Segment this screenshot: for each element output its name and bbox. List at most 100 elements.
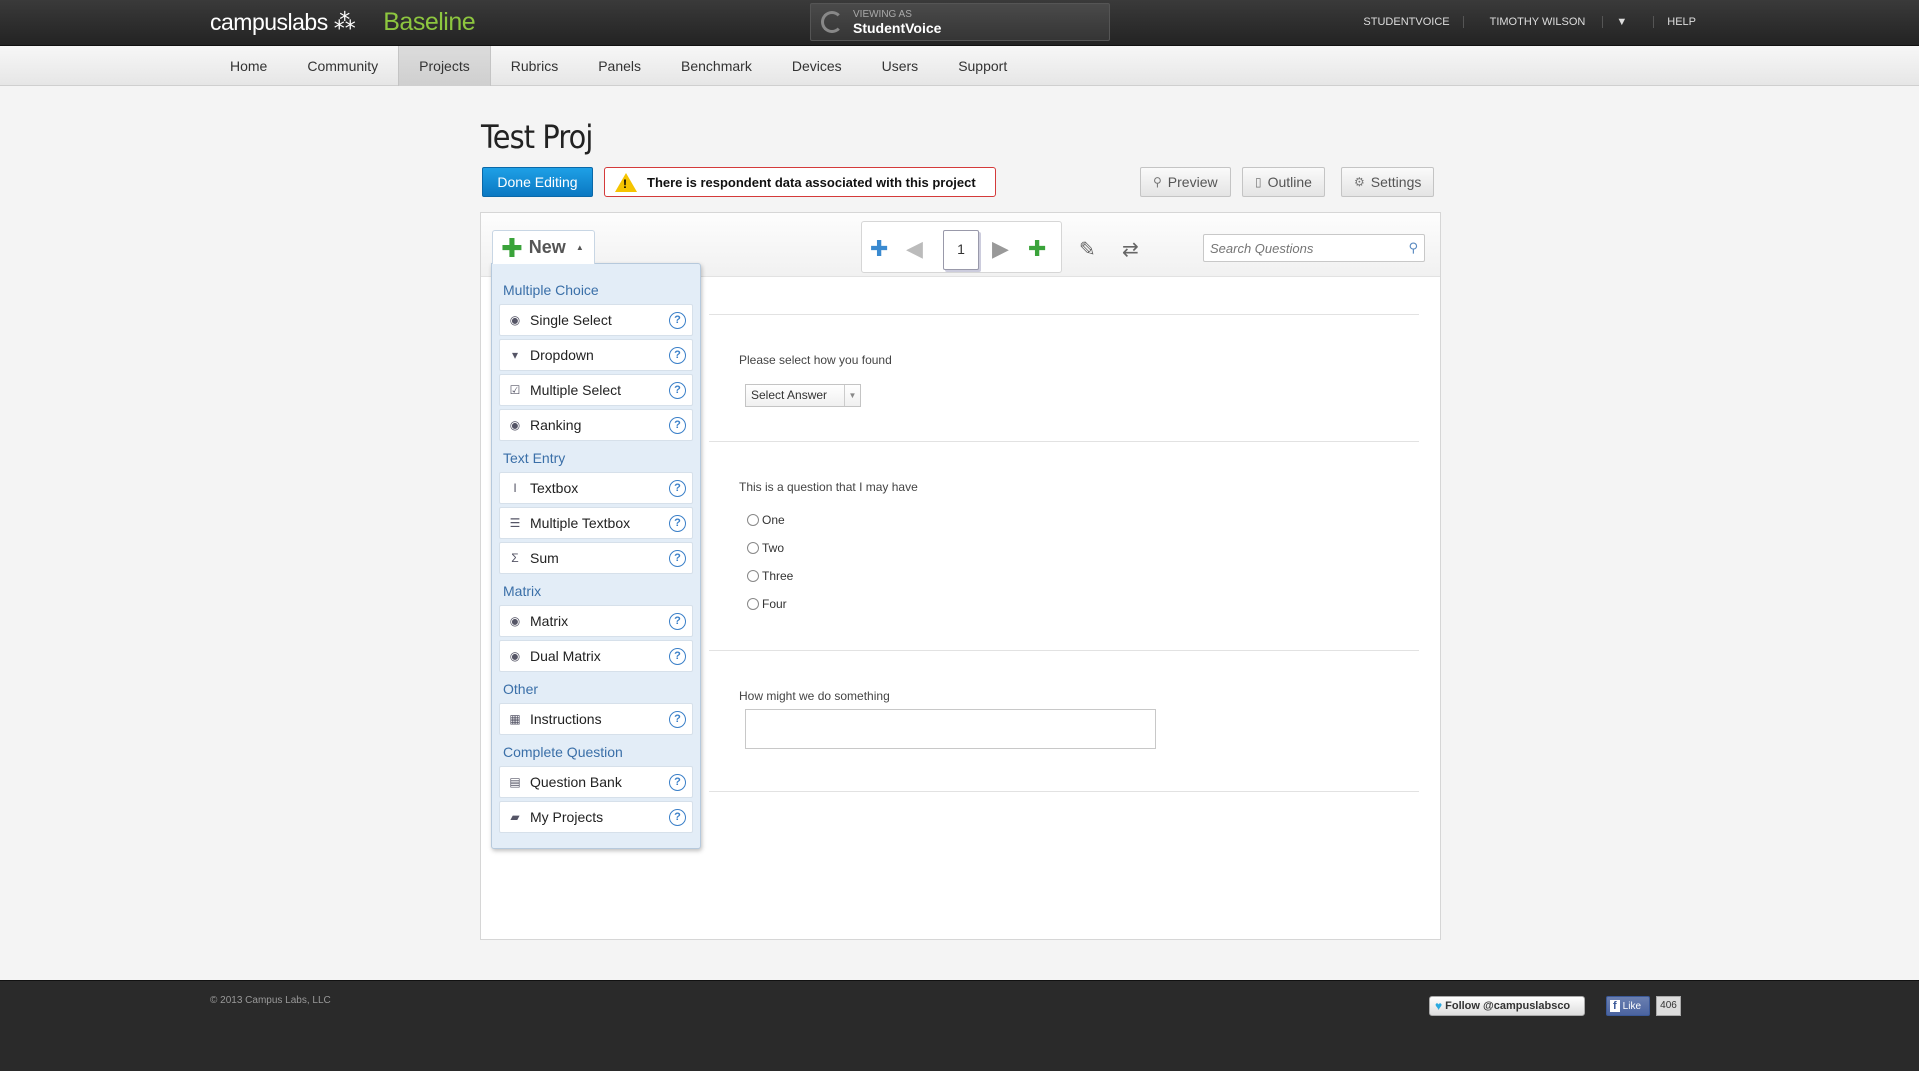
menu-item-textbox[interactable]: I Textbox? [499,472,693,504]
answer-dropdown[interactable]: Select Answer ▼ [745,384,861,407]
divider [709,791,1419,792]
nav-home[interactable]: Home [210,46,287,86]
radio-option[interactable]: One [747,513,785,527]
matrix-icon: ◉ [509,614,521,628]
like-count: 406 [1656,996,1681,1016]
document-icon: ▯ [1255,175,1262,189]
done-editing-button[interactable]: Done Editing [482,167,593,197]
help-icon[interactable]: ? [669,417,686,434]
menu-item-dropdown[interactable]: ▾ Dropdown? [499,339,693,371]
caret-down-icon: ▼ [1602,16,1641,28]
option-label: One [762,513,785,527]
gear-icon: ⚙ [1354,175,1365,189]
help-icon[interactable]: ? [669,515,686,532]
outline-button[interactable]: ▯ Outline [1242,167,1325,197]
dropdown-icon: ▾ [511,348,519,362]
help-link[interactable]: HELP [1653,16,1709,28]
previous-page-icon[interactable]: ◀ [906,236,923,262]
menu-item-sum[interactable]: Σ Sum? [499,542,693,574]
add-page-after-icon[interactable]: ✚ [1028,236,1046,262]
logo[interactable]: campuslabs ⁂ Baseline [210,7,476,36]
top-links: STUDENTVOICE TIMOTHY WILSON ▼ HELP [1350,0,1709,44]
help-icon[interactable]: ? [669,648,686,665]
help-icon[interactable]: ? [669,347,686,364]
menu-item-multiple-textbox[interactable]: ☰ Multiple Textbox? [499,507,693,539]
menu-item-matrix[interactable]: ◉ Matrix? [499,605,693,637]
add-page-before-icon[interactable]: ✚ [870,236,888,262]
menu-item-question-bank[interactable]: ▤ Question Bank? [499,766,693,798]
help-icon[interactable]: ? [669,550,686,567]
help-icon[interactable]: ? [669,312,686,329]
menu-item-label: Matrix [530,613,569,629]
nav-support[interactable]: Support [938,46,1027,86]
nav-benchmark[interactable]: Benchmark [661,46,772,86]
twitter-follow-button[interactable]: ♥ Follow @campuslabsco [1429,996,1585,1016]
radio-option[interactable]: Two [747,541,784,555]
menu-item-ranking[interactable]: ◉ Ranking? [499,409,693,441]
help-icon[interactable]: ? [669,382,686,399]
menu-item-label: Ranking [530,417,582,433]
menu-item-label: Dual Matrix [530,648,601,664]
org-link[interactable]: STUDENTVOICE [1350,16,1462,28]
facebook-like-button[interactable]: f Like [1606,996,1650,1016]
help-icon[interactable]: ? [669,480,686,497]
radio-button[interactable] [747,542,759,554]
help-icon[interactable]: ? [669,774,686,791]
new-question-menu: Multiple Choice ◉ Single Select? ▾ Dropdown?… [491,263,701,849]
caret-up-icon: ▲ [575,243,584,252]
nav-devices[interactable]: Devices [772,46,862,86]
help-icon[interactable]: ? [669,809,686,826]
shuffle-icon[interactable]: ⇄ [1122,237,1139,262]
like-label: Like [1622,1000,1642,1012]
help-icon[interactable]: ? [669,711,686,728]
editor-panel: ✚ New ▲ ✚ ◀ 1 ▶ ✚ ✎ ⇄ ⚲ Multiple Choice ◉… [480,212,1441,940]
menu-item-instructions[interactable]: ▦ Instructions? [499,703,693,735]
page-title: Test Proj [481,118,593,156]
main-nav: Home Community Projects Rubrics Panels Benchm… [0,46,1919,86]
user-menu[interactable]: TIMOTHY WILSON ▼ [1462,16,1654,28]
company-name: campuslabs [210,8,328,35]
radio-option[interactable]: Three [747,569,793,583]
nav-rubrics[interactable]: Rubrics [491,46,578,86]
checkbox-icon: ☑ [509,383,521,397]
edit-logic-icon[interactable]: ✎ [1079,237,1096,262]
next-page-icon[interactable]: ▶ [992,236,1009,262]
new-question-button[interactable]: ✚ New ▲ [492,230,595,264]
menu-item-multiple-select[interactable]: ☑ Multiple Select? [499,374,693,406]
answer-textbox[interactable] [745,709,1156,749]
nav-community[interactable]: Community [287,46,398,86]
viewing-as-label: VIEWING AS [853,8,912,20]
respondent-data-alert: There is respondent data associated with… [604,167,996,197]
menu-item-my-projects[interactable]: ▰ My Projects? [499,801,693,833]
menu-item-label: Question Bank [530,774,622,790]
follow-label: Follow @campuslabsco [1445,1000,1571,1012]
textbox-icon: I [513,481,517,495]
settings-button[interactable]: ⚙ Settings [1341,167,1435,197]
product-name: Baseline [383,7,476,36]
menu-item-single-select[interactable]: ◉ Single Select? [499,304,693,336]
help-icon[interactable]: ? [669,613,686,630]
menu-item-label: Sum [530,550,559,566]
radio-option[interactable]: Four [747,597,787,611]
menu-section-title: Matrix [503,583,542,599]
warning-icon [615,172,637,192]
nav-panels[interactable]: Panels [578,46,661,86]
radio-button[interactable] [747,514,759,526]
nav-projects[interactable]: Projects [398,46,491,86]
facebook-icon: f [1610,1000,1620,1012]
search-icon[interactable]: ⚲ [1408,240,1418,256]
instructions-icon: ▦ [509,712,521,726]
radio-button[interactable] [747,570,759,582]
search-questions[interactable]: ⚲ [1203,234,1425,262]
ranking-icon: ◉ [509,418,521,432]
outline-label: Outline [1267,174,1312,190]
page-number[interactable]: 1 [943,230,979,270]
menu-section-title: Multiple Choice [503,282,599,298]
search-input[interactable] [1210,240,1390,256]
dropdown-value: Select Answer [751,388,828,402]
preview-button[interactable]: ⚲ Preview [1140,167,1231,197]
radio-button[interactable] [747,598,759,610]
viewing-as-switcher[interactable]: VIEWING AS StudentVoice [810,3,1110,41]
menu-item-dual-matrix[interactable]: ◉ Dual Matrix? [499,640,693,672]
nav-users[interactable]: Users [862,46,939,86]
